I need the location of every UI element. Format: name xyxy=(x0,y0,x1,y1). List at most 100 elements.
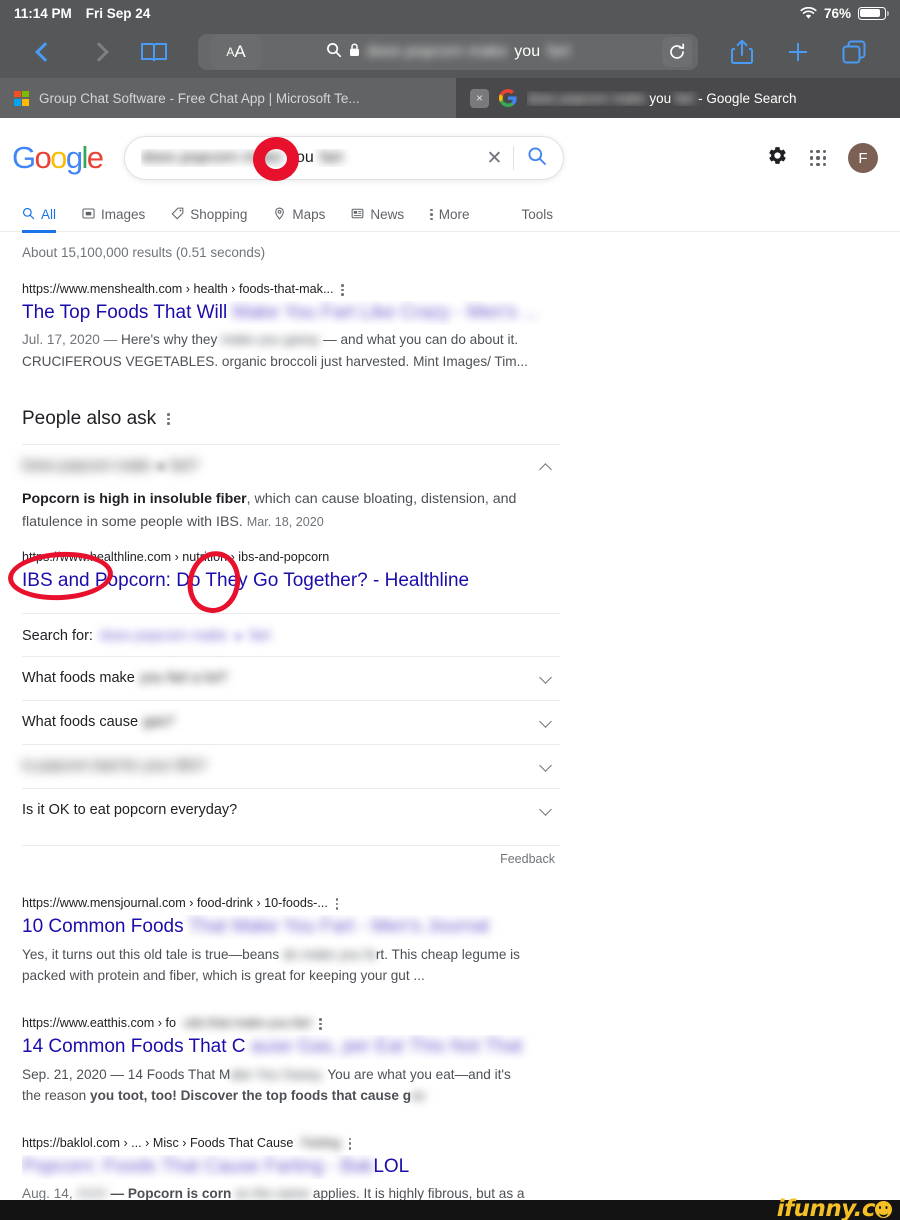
paa-question-blurred: Does popcorn make xyxy=(22,457,152,474)
aa-small-label: A xyxy=(226,45,235,59)
result-snippet: Jul. 17, 2020 — Here's why they make you… xyxy=(22,329,560,371)
address-bar-blurred-suffix: fart xyxy=(547,43,571,60)
tab-shopping[interactable]: Shopping xyxy=(171,198,247,232)
tab-strip: Group Chat Software - Free Chat App | Mi… xyxy=(0,78,900,118)
paa-item[interactable]: Is it OK to eat popcorn everyday? xyxy=(22,788,560,832)
paa-source-url[interactable]: https://www.healthline.com › nutrition ›… xyxy=(22,550,560,566)
people-also-ask: People also ask Does popcorn make u fart… xyxy=(0,408,560,866)
tab-news[interactable]: News xyxy=(351,198,404,232)
result-title-visible: 14 Common Foods That C xyxy=(22,1035,246,1057)
book-icon[interactable] xyxy=(126,41,182,64)
page-settings-aa-button[interactable]: AA xyxy=(210,34,262,70)
result-url[interactable]: https://www.mensjournal.com › food-drink… xyxy=(22,896,560,912)
paa-source-title[interactable]: IBS and Popcorn: Do They Go Together? - … xyxy=(22,569,560,594)
kebab-icon[interactable] xyxy=(348,1137,352,1150)
tab-more-label: More xyxy=(438,207,470,222)
smiley-face-icon xyxy=(875,1201,892,1218)
paa-question-visible: What foods cause xyxy=(22,714,139,731)
result-title[interactable]: 10 Common Foods That Make You Fart - Men… xyxy=(22,915,560,940)
search-results-top: https://www.menshealth.com › health › fo… xyxy=(0,282,560,372)
tools-button[interactable]: Tools xyxy=(522,198,554,232)
kebab-icon[interactable] xyxy=(167,412,170,425)
snippet-a: Yes, it turns out this old tale is true—… xyxy=(22,946,283,962)
tab-maps-label: Maps xyxy=(292,207,326,222)
clear-x-icon[interactable]: ✕ xyxy=(476,147,514,170)
paa-question-blurred: gas? xyxy=(143,714,175,731)
paa-heading-label: People also ask xyxy=(22,407,157,429)
google-logo[interactable]: Google xyxy=(12,140,104,176)
search-magnifier-icon[interactable] xyxy=(514,146,547,171)
tab-title-visible: you xyxy=(649,90,672,106)
address-bar[interactable]: AA does popcorn make you fart xyxy=(198,34,698,70)
browser-tab-inactive[interactable]: Group Chat Software - Free Chat App | Mi… xyxy=(0,78,456,118)
paa-question-visible: Is it OK to eat popcorn everyday? xyxy=(22,802,238,819)
paa-item[interactable]: Is popcorn bad for your IBS? xyxy=(22,744,560,788)
result-title[interactable]: 14 Common Foods That C ause Gas, per Eat… xyxy=(22,1035,560,1060)
result-date: Jul. 17, 2020 — xyxy=(22,332,121,348)
back-chevron-icon[interactable] xyxy=(18,42,72,62)
apps-grid-icon[interactable] xyxy=(809,149,826,167)
result-title-visible: The Top Foods That Will xyxy=(22,301,228,323)
paa-question-blurred2: fart? xyxy=(169,457,199,474)
microsoft-logo-icon xyxy=(14,90,29,106)
search-query-blurred: does popcorn make xyxy=(141,149,282,166)
result-url-visible: https://www.eatthis.com › fo xyxy=(22,1016,176,1031)
paa-search-for[interactable]: Search for: does popcorn make u fart xyxy=(22,613,560,656)
status-date: Fri Sep 24 xyxy=(85,5,151,21)
paa-item[interactable]: What foods make you fart a lot? xyxy=(22,656,560,700)
avatar[interactable]: F xyxy=(848,143,878,173)
plus-icon[interactable] xyxy=(770,43,826,61)
tab-title-blurred: does popcorn make xyxy=(527,90,646,106)
tab-maps[interactable]: Maps xyxy=(273,198,325,232)
kebab-icon[interactable] xyxy=(319,1018,322,1030)
tab-title: Group Chat Software - Free Chat App | Mi… xyxy=(39,90,360,106)
result-url-blurred: Farting xyxy=(301,1135,341,1150)
ifunny-watermark: ifunny.c xyxy=(777,1196,892,1220)
feedback-link[interactable]: Feedback xyxy=(500,852,560,866)
tabs-overview-icon[interactable] xyxy=(826,39,882,65)
snippet-line2: packed with protein and fiber, which is … xyxy=(22,967,425,983)
reload-icon[interactable] xyxy=(662,37,692,67)
kebab-icon[interactable] xyxy=(335,898,339,910)
battery-icon xyxy=(858,6,890,20)
result-url[interactable]: https://www.menshealth.com › health › fo… xyxy=(22,282,560,298)
search-for-label: Search for: xyxy=(22,628,93,645)
newspaper-icon xyxy=(351,207,364,223)
result-url[interactable]: https://www.eatthis.com › fo ods-that-ma… xyxy=(22,1016,560,1032)
aa-big-label: A xyxy=(234,42,246,61)
result-title[interactable]: Popcorn: Foods That Cause Farting - BakL… xyxy=(22,1155,560,1180)
search-input[interactable]: does popcorn make you fart ✕ xyxy=(124,136,565,180)
google-header: Google does popcorn make you fart ✕ F xyxy=(0,118,900,198)
pin-icon xyxy=(273,207,286,223)
browser-tab-active[interactable]: × does popcorn make you fart - Google Se… xyxy=(456,78,900,118)
kebab-icon[interactable] xyxy=(341,283,345,296)
paa-item[interactable]: What foods cause gas? xyxy=(22,700,560,744)
tab-images-label: Images xyxy=(101,207,146,222)
result-url-text: https://www.menshealth.com › health › fo… xyxy=(22,282,334,296)
tab-news-label: News xyxy=(370,207,405,222)
paa-source: https://www.healthline.com › nutrition ›… xyxy=(22,550,560,593)
google-g-icon xyxy=(499,89,517,107)
snippet-line2-bold: cause g xyxy=(360,1087,411,1103)
tag-icon xyxy=(171,207,184,223)
paa-answer-bold: Popcorn is high in insoluble fiber xyxy=(22,490,247,507)
magnifier-icon xyxy=(326,42,342,63)
result-snippet: Sep. 21, 2020 — 14 Foods That Make You G… xyxy=(22,1064,560,1106)
result-url[interactable]: https://baklol.com › ... › Misc › Foods … xyxy=(22,1136,560,1152)
tab-more[interactable]: More xyxy=(430,198,470,232)
result-title[interactable]: The Top Foods That Will Make You Fart Li… xyxy=(22,301,560,326)
address-bar-blurred-prefix: does popcorn make xyxy=(366,43,508,60)
snippet-b: rt. This cheap legume is xyxy=(375,946,520,962)
paa-heading: People also ask xyxy=(22,408,560,430)
gear-icon[interactable] xyxy=(767,145,788,171)
close-icon[interactable]: × xyxy=(470,88,489,108)
lock-icon xyxy=(349,42,360,62)
tab-images[interactable]: Images xyxy=(82,198,145,232)
tab-all[interactable]: All xyxy=(22,198,57,233)
search-icon xyxy=(22,207,35,223)
snippet-a: Sep. 21, 2020 — 14 Foods That M xyxy=(22,1066,231,1082)
share-icon[interactable] xyxy=(714,39,770,65)
screenshot-root: 11:14 PM Fri Sep 24 76% A A does popcorn… xyxy=(0,0,900,1220)
result-title-visible: LOL xyxy=(373,1155,410,1177)
paa-item-expanded[interactable]: Does popcorn make u fart? Popcorn is hig… xyxy=(22,443,560,593)
